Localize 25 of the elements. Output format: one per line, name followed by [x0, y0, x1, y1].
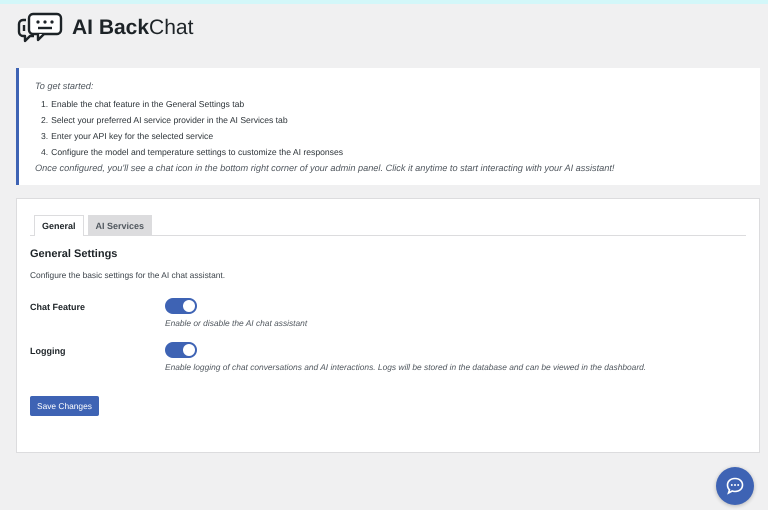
- step-text: Enter your API key for the selected service: [51, 131, 214, 141]
- tab[interactable]: AI Services: [88, 215, 152, 236]
- app-title: AI BackChat: [72, 16, 194, 40]
- setting-label: Chat Feature: [30, 301, 86, 314]
- toggle-switch[interactable]: [165, 298, 197, 314]
- toggle-switch[interactable]: [165, 342, 197, 358]
- step-text: Select your preferred AI service provider in the AI Services tab: [51, 115, 288, 125]
- section-title: General Settings: [30, 248, 118, 260]
- outro-text: Once configured, you'll see a chat icon in the bottom right corner of your admin panel. Click it anytime to start interacting with your AI assistant!: [35, 163, 616, 173]
- save-button[interactable]: Save Changes: [30, 396, 99, 416]
- setting-description: Enable logging of chat conversations and AI interactions. Logs will be stored in the database and can be viewed in the dashboard.: [165, 362, 646, 372]
- step-number: 3.: [41, 131, 48, 141]
- step-number: 1.: [41, 99, 48, 109]
- step-text: Configure the model and temperature settings to customize the AI responses: [51, 147, 344, 157]
- chat-button[interactable]: [716, 467, 754, 505]
- intro-text: To get started:: [35, 81, 94, 91]
- step-text: Enable the chat feature in the General Settings tab: [51, 99, 244, 109]
- chat-bubbles-icon: [16, 12, 64, 44]
- tab[interactable]: General: [34, 215, 84, 236]
- setting-label: Logging: [30, 345, 66, 358]
- setting-description: Enable or disable the AI chat assistant: [165, 318, 308, 328]
- section-description: Configure the basic settings for the AI chat assistant.: [30, 270, 226, 280]
- step-number: 2.: [41, 115, 48, 125]
- chat-bubble-icon: [725, 476, 745, 496]
- step-number: 4.: [41, 147, 48, 157]
